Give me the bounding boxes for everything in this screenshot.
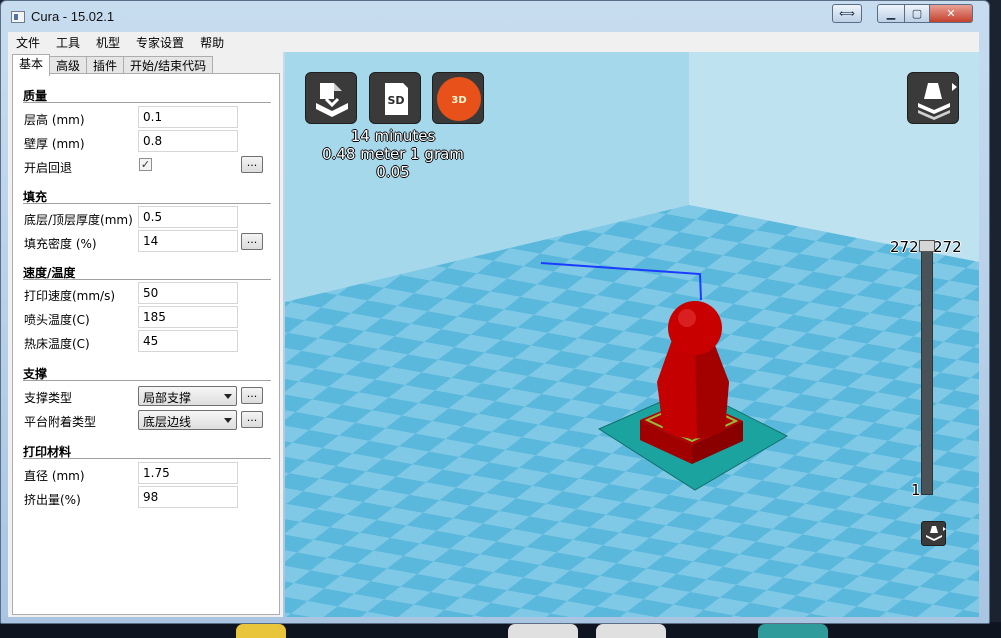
nozzle-temp-label: 喷头温度(C)	[24, 313, 90, 327]
taskbar-app[interactable]	[758, 624, 828, 638]
fill-density-label: 填充密度 (%)	[24, 237, 97, 251]
back-icon[interactable]: ⟺	[832, 4, 862, 23]
shell-thickness-label: 壁厚 (mm)	[24, 137, 85, 151]
adhesion-type-value: 底层边线	[143, 415, 192, 429]
tab-basic-content: 质量 层高 (mm) 0.1 壁厚 (mm) 0.8 开启回退 ✓ ... 填充…	[12, 73, 280, 615]
settings-panel: 基本 高级 插件 开始/结束代码 质量 层高 (mm) 0.1 壁厚 (mm) …	[8, 52, 283, 617]
taskbar-app[interactable]	[508, 624, 578, 638]
print-speed-label: 打印速度(mm/s)	[24, 289, 116, 303]
nozzle-temp-input[interactable]: 185	[138, 306, 238, 328]
retraction-label: 开启回退	[24, 161, 73, 175]
retraction-more-button[interactable]: ...	[241, 156, 263, 173]
desktop-taskbar	[0, 622, 1001, 638]
bottom-top-thickness-label: 底层/顶层厚度(mm)	[24, 213, 133, 227]
layer-slider-handle[interactable]	[919, 240, 935, 252]
menu-help[interactable]: 帮助	[192, 34, 232, 51]
cura-window: Cura - 15.02.1 ⟺ ▁ ▢ ✕ 文件 工具 机型 专家设置 帮助 …	[0, 0, 990, 624]
bed-temp-input[interactable]: 45	[138, 330, 238, 352]
divider	[23, 380, 271, 381]
menu-bar: 文件 工具 机型 专家设置 帮助	[8, 32, 979, 52]
retraction-checkbox[interactable]: ✓	[139, 158, 152, 171]
model-sphere-highlight	[678, 309, 696, 327]
support-type-value: 局部支撑	[143, 391, 192, 405]
view-mode-button[interactable]	[907, 72, 959, 124]
layer-max-label: 272	[933, 238, 962, 256]
layer-view-icon	[926, 526, 946, 541]
layer-slider-track[interactable]	[921, 250, 933, 495]
maximize-button[interactable]: ▢	[904, 4, 930, 23]
load-model-icon	[316, 83, 348, 117]
layer-view-toggle[interactable]	[921, 521, 946, 546]
taskbar-app[interactable]	[596, 624, 666, 638]
adhesion-type-label: 平台附着类型	[24, 415, 97, 429]
load-model-button[interactable]	[305, 72, 357, 124]
menu-tools[interactable]: 工具	[48, 34, 88, 51]
menu-machine[interactable]: 机型	[88, 34, 128, 51]
support-type-label: 支撑类型	[24, 391, 73, 405]
close-button[interactable]: ✕	[929, 4, 973, 23]
minimize-button[interactable]: ▁	[877, 4, 905, 23]
support-type-more-button[interactable]: ...	[241, 387, 263, 404]
title-bar[interactable]: Cura - 15.02.1 ⟺ ▁ ▢ ✕	[1, 1, 989, 32]
fill-density-input[interactable]: 14	[138, 230, 238, 252]
shell-thickness-input[interactable]: 0.8	[138, 130, 238, 152]
diameter-label: 直径 (mm)	[24, 469, 85, 483]
bed-temp-label: 热床温度(C)	[24, 337, 90, 351]
print-speed-input[interactable]: 50	[138, 282, 238, 304]
flow-label: 挤出量(%)	[24, 493, 81, 507]
chevron-down-icon	[224, 394, 232, 399]
divider	[23, 102, 271, 103]
divider	[23, 279, 271, 280]
print-material: 0.48 meter 1 gram	[322, 145, 464, 163]
3d-viewport[interactable]: SD 3D 14 minutes 0.48 meter 1 gram 0.05	[285, 52, 979, 617]
menu-file[interactable]: 文件	[8, 34, 48, 51]
sd-label: SD	[387, 94, 404, 107]
fill-density-more-button[interactable]: ...	[241, 233, 263, 250]
flow-input[interactable]: 98	[138, 486, 238, 508]
share-button[interactable]: 3D	[432, 72, 484, 124]
adhesion-more-button[interactable]: ...	[241, 411, 263, 428]
view-mode-icon	[918, 83, 957, 120]
save-to-sd-button[interactable]: SD	[369, 72, 421, 124]
taskbar-app[interactable]	[236, 624, 286, 638]
layer-current-label: 272	[890, 238, 919, 256]
layer-height-label: 层高 (mm)	[24, 113, 85, 127]
logo-text: 3D	[451, 95, 466, 106]
print-time: 14 minutes	[350, 127, 436, 145]
sd-card-icon: SD	[385, 83, 408, 115]
model-sphere	[668, 301, 722, 355]
app-icon	[11, 11, 25, 23]
print-stats: 14 minutes 0.48 meter 1 gram 0.05	[307, 127, 479, 181]
support-type-select[interactable]: 局部支撑	[138, 386, 237, 406]
adhesion-type-select[interactable]: 底层边线	[138, 410, 237, 430]
menu-expert[interactable]: 专家设置	[128, 34, 192, 51]
divider	[23, 458, 271, 459]
divider	[23, 203, 271, 204]
layer-height-input[interactable]: 0.1	[138, 106, 238, 128]
diameter-input[interactable]: 1.75	[138, 462, 238, 484]
print-cost: 0.05	[376, 163, 410, 181]
chevron-down-icon	[224, 418, 232, 423]
share-logo-icon: 3D	[437, 77, 481, 121]
bottom-top-thickness-input[interactable]: 0.5	[138, 206, 238, 228]
settings-tabs: 基本 高级 插件 开始/结束代码	[12, 54, 214, 76]
window-title: Cura - 15.02.1	[31, 9, 115, 24]
tab-basic[interactable]: 基本	[12, 54, 51, 76]
layer-min-label: 1	[911, 481, 921, 499]
